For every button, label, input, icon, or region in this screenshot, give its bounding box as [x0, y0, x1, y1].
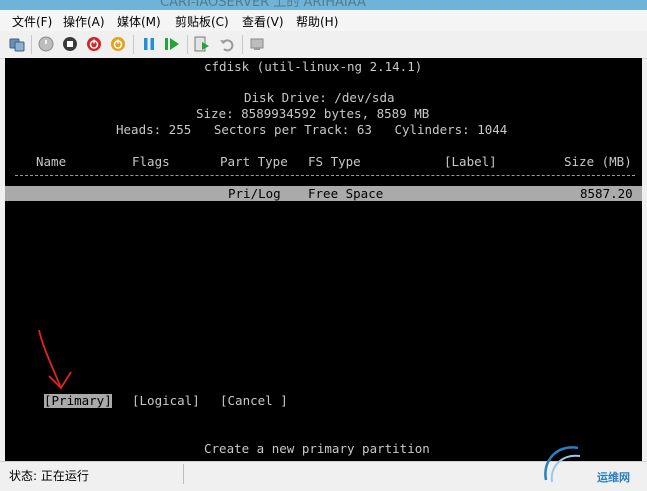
cancel-button[interactable]: [Cancel ]: [220, 394, 288, 408]
status-bar: 状态: 正在运行 运维网: [0, 446, 647, 491]
toolbar-separator: [31, 35, 32, 54]
menu-action[interactable]: 操作(A): [63, 13, 105, 30]
save-icon[interactable]: [110, 36, 126, 52]
column-header-flags: Flags: [132, 154, 170, 169]
primary-button[interactable]: [Primary]: [44, 394, 112, 408]
column-header-fs-type: FS Type: [308, 154, 361, 169]
pause-icon[interactable]: [141, 36, 157, 52]
status-divider: [183, 464, 184, 484]
menu-media[interactable]: 媒体(M): [117, 13, 161, 30]
disk-geometry-label: Heads: 255 Sectors per Track: 63 Cylinde…: [116, 122, 508, 137]
menu-clipboard[interactable]: 剪贴板(C): [175, 13, 229, 30]
toolbar-separator: [133, 35, 134, 54]
column-header-label: [Label]: [444, 154, 497, 169]
turn-off-icon[interactable]: [62, 36, 78, 52]
watermark-logo-icon: [544, 446, 581, 483]
column-header-size: Size (MB): [564, 154, 632, 169]
row-fs-type: Free Space: [308, 186, 384, 201]
red-arrow-annotation: [38, 329, 72, 390]
row-size: 8587.20: [580, 186, 633, 201]
toolbar: [0, 31, 647, 59]
shutdown-icon[interactable]: [86, 36, 102, 52]
disk-size-label: Size: 8589934592 bytes, 8589 MB: [196, 106, 430, 121]
menu-file[interactable]: 文件(F): [12, 13, 52, 30]
column-header-name: Name: [36, 154, 67, 169]
window-title: CARI-IAOSERVER 上的 ARIHAIAA: [160, 0, 366, 10]
menu-help[interactable]: 帮助(H): [296, 13, 338, 30]
revert-icon[interactable]: [219, 36, 235, 52]
row-part-type: Pri/Log: [228, 186, 281, 201]
logical-button[interactable]: [Logical]: [132, 394, 200, 408]
reset-icon[interactable]: [164, 36, 180, 52]
column-header-part-type: Part Type: [220, 154, 288, 169]
program-title: cfdisk (util-linux-ng 2.14.1): [204, 59, 423, 74]
watermark-text: 运维网: [597, 471, 630, 484]
menu-bar: 文件(F) 操作(A) 媒体(M) 剪贴板(C) 查看(V) 帮助(H): [0, 10, 647, 31]
toolbar-separator: [242, 35, 243, 54]
disk-drive-label: Disk Drive: /dev/sda: [244, 90, 395, 105]
status-text: 状态: 正在运行: [9, 469, 89, 483]
window-titlebar: CARI-IAOSERVER 上的 ARIHAIAA: [0, 0, 647, 10]
start-icon[interactable]: [38, 36, 54, 52]
ctrl-alt-del-icon[interactable]: [9, 36, 25, 52]
checkpoint-icon[interactable]: [194, 36, 210, 52]
menu-view[interactable]: 查看(V): [242, 13, 284, 30]
hint-text: Create a new primary partition: [204, 441, 430, 456]
vm-console-screen[interactable]: cfdisk (util-linux-ng 2.14.1) Disk Drive…: [5, 58, 642, 461]
partition-row-free-space[interactable]: Pri/Log Free Space 8587.20: [5, 186, 642, 201]
enhanced-session-icon[interactable]: [249, 36, 265, 52]
toolbar-separator: [187, 35, 188, 54]
header-divider: [15, 175, 635, 176]
